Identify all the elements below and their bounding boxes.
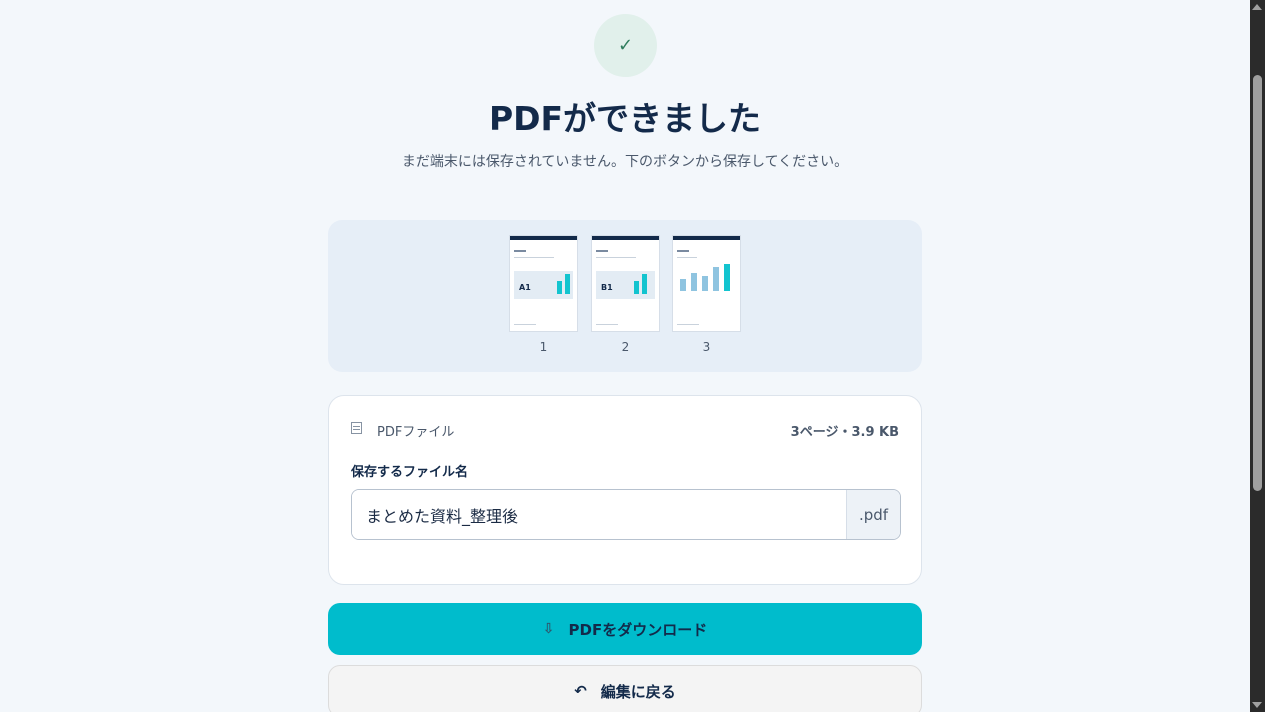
- thumb-bar: [691, 273, 697, 291]
- page-number-2: 2: [621, 340, 630, 354]
- page-thumbnail-2[interactable]: B1: [592, 236, 659, 331]
- thumb-bar: [634, 281, 639, 294]
- document-icon: [351, 422, 362, 434]
- thumb-bar: [724, 264, 730, 291]
- page-thumbnail-3[interactable]: [673, 236, 740, 331]
- scrollbar-thumb[interactable]: [1253, 75, 1262, 491]
- thumb-footer-line: [596, 324, 618, 325]
- thumb-bar: [557, 281, 562, 294]
- file-meta: 3ページ・3.9 KB: [790, 425, 899, 440]
- thumb-bar: [565, 274, 570, 294]
- thumb-content-box: A1: [514, 271, 573, 299]
- download-pdf-button[interactable]: ⇩ PDFをダウンロード: [328, 603, 922, 655]
- scroll-down-arrow-icon[interactable]: [1252, 702, 1262, 708]
- filename-input[interactable]: [352, 490, 846, 539]
- vertical-scrollbar[interactable]: [1250, 0, 1265, 712]
- page-title: PDFができました: [488, 99, 762, 138]
- page-thumbnail-1[interactable]: A1: [510, 236, 577, 331]
- thumb-title-line: [596, 250, 608, 252]
- thumb-text-line: [596, 257, 636, 258]
- thumb-box-label: B1: [601, 283, 613, 292]
- scroll-up-arrow-icon[interactable]: [1252, 4, 1262, 10]
- page-number-3: 3: [702, 340, 711, 354]
- thumb-text-line: [514, 257, 554, 258]
- file-save-card: PDFファイル 3ページ・3.9 KB 保存するファイル名 .pdf: [328, 395, 922, 585]
- success-check-icon: ✓: [594, 14, 657, 77]
- thumb-bar: [713, 267, 719, 291]
- thumb-text-line: [677, 257, 697, 258]
- page-viewport: ✓ PDFができました まだ端末には保存されていません。下のボタンから保存してく…: [0, 0, 1250, 712]
- back-to-edit-label: 編集に戻る: [600, 682, 676, 701]
- page-preview-panel: A1 1 B1 2 3: [328, 220, 922, 372]
- filename-label: 保存するファイル名: [351, 465, 469, 480]
- file-type-label: PDFファイル: [377, 425, 455, 440]
- thumb-bar: [642, 274, 647, 294]
- page-number-1: 1: [539, 340, 548, 354]
- thumb-title-line: [514, 250, 526, 252]
- check-icon: ✓: [617, 35, 634, 56]
- thumb-bar: [702, 276, 708, 291]
- back-to-edit-button[interactable]: ↶ 編集に戻る: [328, 665, 922, 712]
- filename-input-group: .pdf: [351, 489, 901, 540]
- page-subtitle: まだ端末には保存されていません。下のボタンから保存してください。: [401, 154, 849, 170]
- file-extension-suffix: .pdf: [846, 490, 900, 539]
- thumb-box-label: A1: [519, 283, 531, 292]
- undo-icon: ↶: [574, 682, 587, 700]
- download-pdf-label: PDFをダウンロード: [568, 620, 708, 639]
- download-icon: ⇩: [542, 621, 555, 637]
- thumb-footer-line: [514, 324, 536, 325]
- thumb-content-box: B1: [596, 271, 655, 299]
- thumb-bar: [680, 279, 686, 291]
- thumb-footer-line: [677, 324, 699, 325]
- thumb-title-line: [677, 250, 689, 252]
